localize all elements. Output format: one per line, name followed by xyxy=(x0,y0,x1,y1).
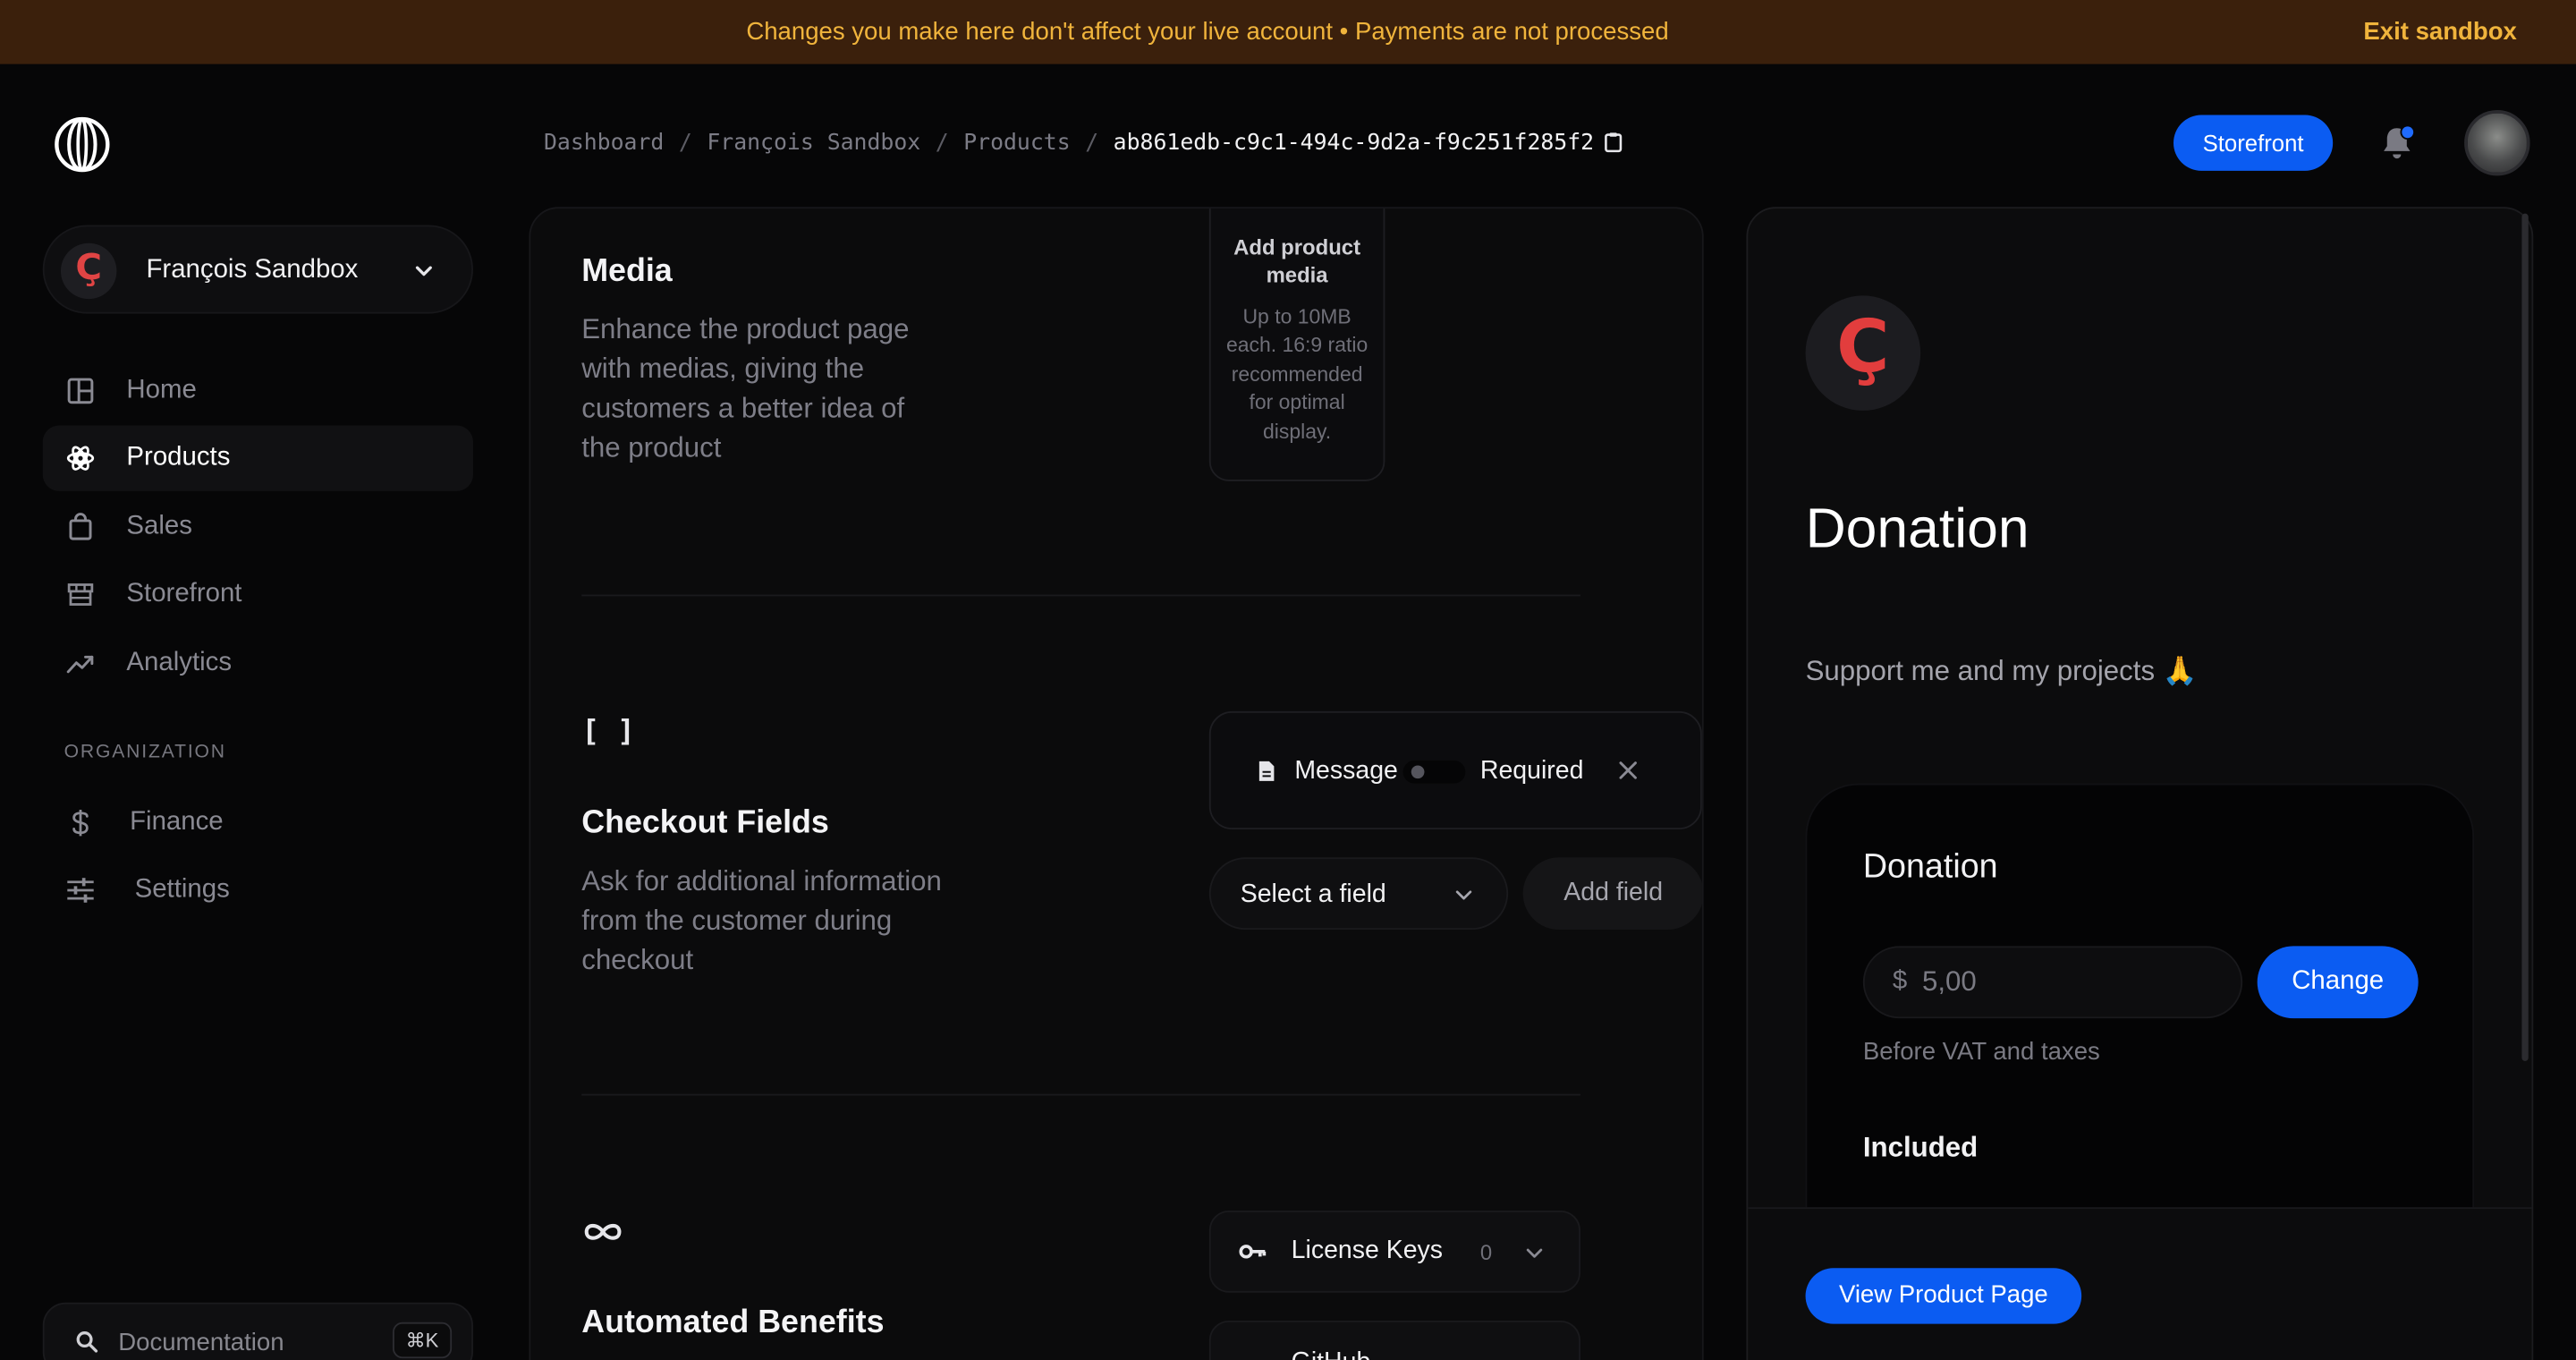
dollar-icon xyxy=(72,810,89,837)
breadcrumb-separator: / xyxy=(1085,130,1099,157)
add-media-subtitle: Up to 10MB each. 16:9 ratio recommended … xyxy=(1225,305,1368,443)
vat-note: Before VAT and taxes xyxy=(1862,1038,2100,1067)
breadcrumb-separator: / xyxy=(935,130,949,157)
select-field-label: Select a field xyxy=(1240,880,1386,909)
key-icon xyxy=(1239,1245,1267,1259)
polar-logo-icon[interactable] xyxy=(55,116,110,173)
document-icon xyxy=(1258,761,1275,781)
included-heading: Included xyxy=(1862,1131,1979,1163)
product-edit-panel: Media Enhance the product page with medi… xyxy=(529,207,1704,1360)
chevron-down-icon xyxy=(1455,890,1472,900)
sales-icon xyxy=(69,513,92,540)
chevron-down-icon xyxy=(415,266,432,276)
preview-logo: Ç xyxy=(1805,295,1921,411)
search-icon xyxy=(76,1331,98,1353)
breadcrumb-dashboard[interactable]: Dashboard xyxy=(544,130,664,156)
storefront-icon xyxy=(67,583,94,606)
benefit-label: License Keys xyxy=(1291,1237,1444,1265)
copy-icon[interactable] xyxy=(1604,132,1623,153)
breadcrumb-products[interactable]: Products xyxy=(963,130,1070,156)
infinity-icon xyxy=(584,1223,622,1240)
product-preview-panel: Ç Donation Support me and my projects 🙏 … xyxy=(1746,207,2534,1360)
breadcrumb: Dashboard / François Sandbox / Products / ab86… xyxy=(544,130,1623,156)
nav-item-settings[interactable]: Settings xyxy=(43,857,473,922)
breadcrumb-organization[interactable]: François Sandbox xyxy=(707,130,920,156)
checkout-fields-title: Checkout Fields xyxy=(581,804,829,841)
exit-sandbox-link[interactable]: Exit sandbox xyxy=(2363,18,2516,46)
breadcrumb-product-id: ab861edb-c9c1-494c-9d2a-f9c251f285f2 xyxy=(1113,130,1595,157)
required-label: Required xyxy=(1479,757,1584,786)
media-description: Enhance the product page with medias, gi… xyxy=(581,313,910,463)
toggle-knob xyxy=(1411,765,1425,779)
organization-switcher[interactable]: Ç François Sandbox xyxy=(42,225,473,314)
products-icon xyxy=(66,446,95,471)
nav-item-products[interactable]: Products xyxy=(42,425,473,491)
view-product-page-button[interactable]: View Product Page xyxy=(1805,1268,2082,1324)
benefit-github[interactable]: GitHub xyxy=(1208,1320,1580,1360)
brackets-icon: [ ] xyxy=(581,714,635,750)
checkout-field-card: Message Required xyxy=(1208,710,1702,830)
notification-dot xyxy=(2400,124,2416,140)
nav-item-finance[interactable]: Finance xyxy=(43,790,473,855)
nav-label-storefront: Storefront xyxy=(126,580,242,608)
nav-label-products: Products xyxy=(126,443,231,472)
sliders-icon xyxy=(67,878,94,903)
sandbox-message: Changes you make here don't affect your … xyxy=(746,18,1669,47)
app-root: Changes you make here don't affect your … xyxy=(0,0,2576,1360)
checkout-fields-description: Ask for additional information from the … xyxy=(581,865,942,976)
automated-benefits-title: Automated Benefits xyxy=(581,1304,885,1340)
organization-section-label: ORGANIZATION xyxy=(64,742,226,762)
user-avatar[interactable] xyxy=(2464,109,2530,176)
preview-scrollbar[interactable] xyxy=(2521,213,2529,1061)
organization-avatar: Ç xyxy=(60,242,117,300)
media-title: Media xyxy=(581,252,673,290)
storefront-button[interactable]: Storefront xyxy=(2174,115,2334,171)
sandbox-banner: Changes you make here don't affect your … xyxy=(0,0,2576,64)
preview-footer: View Product Page xyxy=(1748,1207,2532,1360)
breadcrumb-separator: / xyxy=(678,130,692,157)
select-field-dropdown[interactable]: Select a field xyxy=(1208,857,1509,931)
benefit-count: 0 xyxy=(1479,1239,1493,1265)
nav-label-home: Home xyxy=(126,376,197,404)
section-divider xyxy=(581,1093,1580,1096)
nav-label-analytics: Analytics xyxy=(126,649,233,677)
nav-item-home[interactable]: Home xyxy=(43,358,473,423)
section-divider xyxy=(581,594,1580,597)
checkout-field-name: Message xyxy=(1294,757,1398,786)
preview-title: Donation xyxy=(1805,497,2029,560)
required-toggle[interactable] xyxy=(1402,760,1466,784)
documentation-label: Documentation xyxy=(118,1329,284,1357)
close-icon[interactable] xyxy=(1618,761,1638,780)
price-amount: 5,00 xyxy=(1921,965,1977,998)
add-media-title: Add product media xyxy=(1233,234,1361,288)
change-price-button[interactable]: Change xyxy=(2257,946,2419,1019)
price-input[interactable]: $ 5,00 xyxy=(1862,946,2243,1019)
chevron-down-icon xyxy=(1526,1248,1543,1258)
preview-description: Support me and my projects 🙏 xyxy=(1805,655,2198,687)
nav-item-sales[interactable]: Sales xyxy=(43,495,473,560)
benefit-license-keys[interactable]: License Keys 0 xyxy=(1208,1210,1580,1293)
benefit-label: GitHub xyxy=(1292,1348,1371,1360)
shortcut-badge: ⌘K xyxy=(392,1322,453,1359)
nav-label-finance: Finance xyxy=(130,808,224,837)
add-field-button[interactable]: Add field xyxy=(1522,857,1702,931)
currency-symbol: $ xyxy=(1892,967,1908,996)
documentation-search[interactable]: Documentation ⌘K xyxy=(42,1302,473,1360)
nav-label-sales: Sales xyxy=(126,512,192,540)
add-media-dropzone[interactable]: Add product media Up to 10MB each. 16:9 … xyxy=(1208,208,1385,481)
organization-name: François Sandbox xyxy=(146,256,359,285)
analytics-icon xyxy=(66,655,94,674)
nav-item-storefront[interactable]: Storefront xyxy=(43,562,473,627)
checkout-card-title: Donation xyxy=(1862,847,1998,886)
nav-label-settings: Settings xyxy=(134,875,230,904)
home-icon xyxy=(67,378,94,404)
nav-item-analytics[interactable]: Analytics xyxy=(43,631,473,696)
